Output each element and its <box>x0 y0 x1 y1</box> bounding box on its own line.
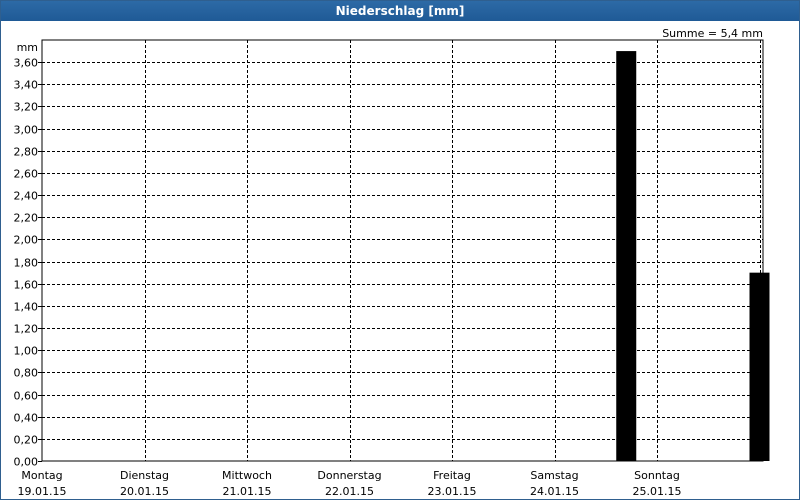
y-tick-label: 0,20 <box>14 434 39 447</box>
x-tick-day-label: Dienstag <box>120 469 169 482</box>
bar <box>749 272 770 461</box>
x-tick-day-label: Mittwoch <box>222 469 272 482</box>
x-tick-date-label: 19.01.15 <box>18 485 67 498</box>
bar <box>616 51 637 461</box>
x-tick-day-label: Donnerstag <box>317 469 381 482</box>
x-tick-day-label: Freitag <box>433 469 471 482</box>
x-tick-date-label: 22.01.15 <box>325 485 374 498</box>
y-tick-label: 3,60 <box>14 57 39 70</box>
y-tick-label: 3,40 <box>14 79 39 92</box>
y-tick-label: 2,40 <box>14 190 39 203</box>
y-tick-label: 2,60 <box>14 168 39 181</box>
x-tick-day-label: Montag <box>21 469 62 482</box>
x-tick-date-label: 25.01.15 <box>633 485 682 498</box>
y-tick-label: 0,00 <box>14 456 39 469</box>
y-tick-label: 1,80 <box>14 257 39 270</box>
x-tick-date-label: 21.01.15 <box>223 485 272 498</box>
x-tick-day-label: Sonntag <box>634 469 680 482</box>
x-tick-date-label: 23.01.15 <box>428 485 477 498</box>
y-tick-label: 1,20 <box>14 323 39 336</box>
y-tick-label: 3,20 <box>14 101 39 114</box>
y-tick-label: 3,00 <box>14 124 39 137</box>
y-tick-label: 1,00 <box>14 345 39 358</box>
x-tick-date-label: 20.01.15 <box>120 485 169 498</box>
y-tick-label: 1,60 <box>14 279 39 292</box>
y-tick-label: 1,40 <box>14 301 39 314</box>
precipitation-chart: 0,00 0,20 0,40 0,60 0,80 1,00 1,20 1,40 1,60 1,80… <box>14 39 770 498</box>
y-tick-label: 2,80 <box>14 146 39 159</box>
y-tick-label: 2,20 <box>14 212 39 225</box>
y-tick-label: 0,40 <box>14 412 39 425</box>
y-tick-label: 2,00 <box>14 234 39 247</box>
y-axis-label: mm <box>17 41 38 54</box>
x-tick-day-label: Samstag <box>530 469 578 482</box>
plot-area <box>41 39 764 462</box>
y-tick-label: 0,80 <box>14 367 39 380</box>
chart-window: Niederschlag [mm] Summe = 5,4 mm 0,00 0,2… <box>0 0 800 500</box>
y-tick-label: 0,60 <box>14 390 39 403</box>
x-tick-date-label: 24.01.15 <box>530 485 579 498</box>
